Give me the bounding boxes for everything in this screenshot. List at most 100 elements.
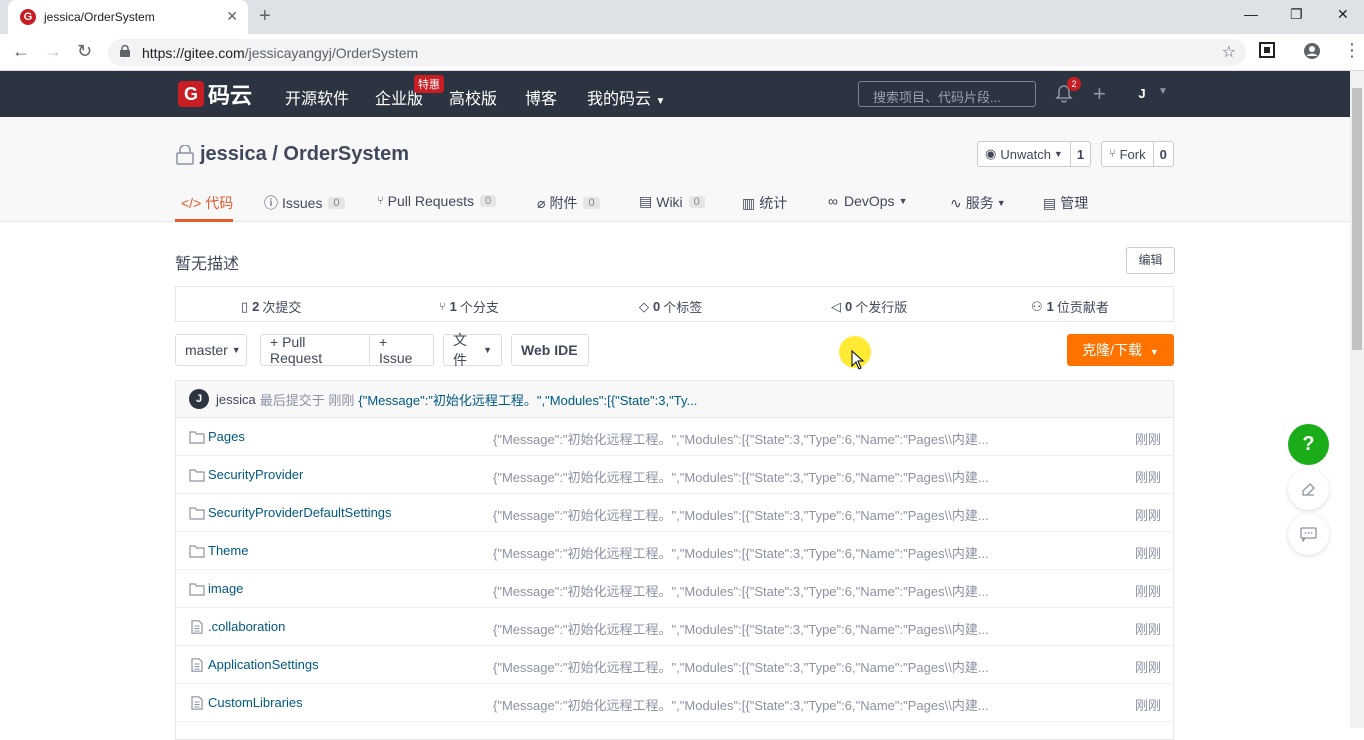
tab-close-icon[interactable]: ✕ xyxy=(226,8,238,25)
tab-stats[interactable]: ▥ 统计 xyxy=(742,193,787,213)
web-ide-button[interactable]: Web IDE xyxy=(511,334,589,366)
stat-branches[interactable]: ⑂ 1 个分支 xyxy=(439,297,499,316)
unwatch-button[interactable]: ◉ Unwatch ▼ xyxy=(978,142,1070,166)
create-plus-icon[interactable]: + xyxy=(1093,81,1106,107)
notification-badge: 2 xyxy=(1067,77,1081,91)
nav-my-gitee[interactable]: 我的码云 ▼ xyxy=(587,85,665,109)
file-commit-message[interactable]: {"Message":"初始化远程工程。","Modules":[{"State… xyxy=(493,429,989,448)
search-input[interactable]: 搜索项目、代码片段... xyxy=(858,81,1036,107)
tab-services[interactable]: ∿ 服务 ▼ xyxy=(950,193,1006,213)
file-name[interactable]: CustomLibraries xyxy=(208,695,303,710)
url-text: https://gitee.com/jessicayangyj/OrderSys… xyxy=(142,45,419,61)
profile-icon[interactable] xyxy=(1303,42,1321,65)
reload-icon[interactable]: ↻ xyxy=(77,41,92,62)
folder-icon xyxy=(189,582,205,596)
stat-commits[interactable]: ▯ 2 次提交 xyxy=(241,297,301,316)
scrollbar-thumb[interactable] xyxy=(1352,88,1362,350)
tab-issues[interactable]: ⓘ Issues 0 xyxy=(264,193,345,213)
feedback-edit-button[interactable] xyxy=(1288,469,1329,510)
folder-icon xyxy=(189,430,205,444)
repo-description: 暂无描述 xyxy=(175,256,240,273)
browser-menu-icon[interactable]: ⋮ xyxy=(1343,40,1361,61)
file-row[interactable]: ApplicationSettings {"Message":"初始化远程工程。"… xyxy=(176,646,1173,684)
file-row[interactable]: .collaboration {"Message":"初始化远程工程。","Mod… xyxy=(176,608,1173,646)
nav-blog[interactable]: 博客 xyxy=(525,85,557,109)
file-name[interactable]: Pages xyxy=(208,429,245,444)
commit-author[interactable]: jessica xyxy=(216,392,256,407)
commit-message[interactable]: {"Message":"初始化远程工程。","Modules":[{"State… xyxy=(358,390,697,409)
stat-releases[interactable]: ◁ 0 个发行版 xyxy=(831,297,907,316)
tab-wiki[interactable]: ▤ Wiki 0 xyxy=(639,193,705,210)
fork-count[interactable]: 0 xyxy=(1152,142,1173,166)
bookmark-star-icon[interactable]: ☆ xyxy=(1222,42,1236,62)
avatar-caret-icon[interactable]: ▼ xyxy=(1158,86,1168,97)
fork-icon: ⑂ xyxy=(1109,148,1116,160)
tab-devops[interactable]: ∞ DevOps ▼ xyxy=(828,193,907,209)
file-name[interactable]: image xyxy=(208,581,243,596)
stat-tags[interactable]: ◇ 0 个标签 xyxy=(639,297,702,316)
file-commit-message[interactable]: {"Message":"初始化远程工程。","Modules":[{"State… xyxy=(493,619,989,638)
file-icon xyxy=(189,696,205,710)
restore-icon[interactable]: ❐ xyxy=(1290,6,1303,23)
file-row[interactable]: SecurityProvider {"Message":"初始化远程工程。","M… xyxy=(176,456,1173,494)
folder-icon xyxy=(189,506,205,520)
watch-count[interactable]: 1 xyxy=(1069,142,1090,166)
file-name[interactable]: Theme xyxy=(208,543,248,558)
file-commit-message[interactable]: {"Message":"初始化远程工程。","Modules":[{"State… xyxy=(493,505,989,524)
tab-manage[interactable]: ▤ 管理 xyxy=(1043,193,1088,213)
new-pull-request-button[interactable]: + Pull Request xyxy=(260,334,370,366)
bar-chart-icon: ▥ xyxy=(742,194,756,211)
extension-icon[interactable] xyxy=(1259,42,1275,63)
fork-button[interactable]: ⑂ Fork xyxy=(1102,142,1153,166)
file-commit-time: 刚刚 xyxy=(1134,508,1161,523)
file-commit-time: 刚刚 xyxy=(1134,698,1161,713)
file-commit-message[interactable]: {"Message":"初始化远程工程。","Modules":[{"State… xyxy=(493,581,989,600)
fork-button-group: ⑂ Fork 0 xyxy=(1101,141,1174,167)
settings-doc-icon: ▤ xyxy=(1043,194,1057,211)
stat-contributors[interactable]: ⚇ 1 位贡献者 xyxy=(1031,297,1109,316)
contributors-icon: ⚇ xyxy=(1031,298,1043,314)
gitee-logo[interactable]: G 码云 xyxy=(178,81,252,108)
clone-download-button[interactable]: 克隆/下载 ▼ xyxy=(1067,334,1174,366)
file-name[interactable]: ApplicationSettings xyxy=(208,657,319,672)
file-row[interactable]: image {"Message":"初始化远程工程。","Modules":[{"… xyxy=(176,570,1173,608)
forward-icon[interactable]: → xyxy=(44,41,62,62)
file-commit-message[interactable]: {"Message":"初始化远程工程。","Modules":[{"State… xyxy=(493,657,989,676)
file-commit-message[interactable]: {"Message":"初始化远程工程。","Modules":[{"State… xyxy=(493,467,989,486)
send-icon: ◁ xyxy=(831,298,841,314)
commit-avatar[interactable]: J xyxy=(189,389,209,409)
mouse-cursor-icon xyxy=(851,350,865,370)
browser-tab[interactable]: G jessica/OrderSystem ✕ xyxy=(8,0,248,34)
tab-code[interactable]: </> 代码 xyxy=(181,193,233,213)
file-menu-button[interactable]: 文件 ▼ xyxy=(443,332,502,368)
edit-description-button[interactable]: 编辑 xyxy=(1126,247,1175,274)
nav-opensource[interactable]: 开源软件 xyxy=(285,85,349,109)
file-name[interactable]: .collaboration xyxy=(208,619,285,634)
chat-button[interactable] xyxy=(1288,514,1329,555)
file-row[interactable]: SecurityProviderDefaultSettings {"Message… xyxy=(176,494,1173,532)
minimize-icon[interactable]: — xyxy=(1244,6,1258,22)
file-name[interactable]: SecurityProviderDefaultSettings xyxy=(208,505,392,520)
window-close-icon[interactable]: ✕ xyxy=(1337,6,1349,23)
user-avatar[interactable]: J xyxy=(1130,82,1154,106)
file-commit-message[interactable]: {"Message":"初始化远程工程。","Modules":[{"State… xyxy=(493,543,989,562)
back-icon[interactable]: ← xyxy=(12,41,30,62)
repo-title[interactable]: jessica / OrderSystem xyxy=(176,143,409,166)
branch-select[interactable]: master ▼ xyxy=(175,334,247,366)
tab-pull-requests[interactable]: ⑂ Pull Requests 0 xyxy=(377,193,497,209)
new-tab-icon[interactable]: + xyxy=(259,5,271,28)
help-button[interactable]: ? xyxy=(1288,424,1329,465)
file-name[interactable]: SecurityProvider xyxy=(208,467,303,482)
chat-icon xyxy=(1300,527,1317,542)
file-row[interactable]: Pages {"Message":"初始化远程工程。","Modules":[{"… xyxy=(176,418,1173,456)
nav-education[interactable]: 高校版 xyxy=(449,85,497,109)
tab-attachments[interactable]: ⌀ 附件 0 xyxy=(537,193,600,213)
file-row[interactable]: CustomLibraries {"Message":"初始化远程工程。","Mo… xyxy=(176,684,1173,722)
gitee-favicon-icon: G xyxy=(20,9,36,25)
book-icon: ▤ xyxy=(639,193,653,209)
file-row[interactable]: Theme {"Message":"初始化远程工程。","Modules":[{"… xyxy=(176,532,1173,570)
file-commit-message[interactable]: {"Message":"初始化远程工程。","Modules":[{"State… xyxy=(493,695,989,714)
new-issue-button[interactable]: + Issue xyxy=(369,334,434,366)
active-tab-indicator xyxy=(175,219,233,222)
url-input[interactable]: https://gitee.com/jessicayangyj/OrderSys… xyxy=(108,39,1246,66)
